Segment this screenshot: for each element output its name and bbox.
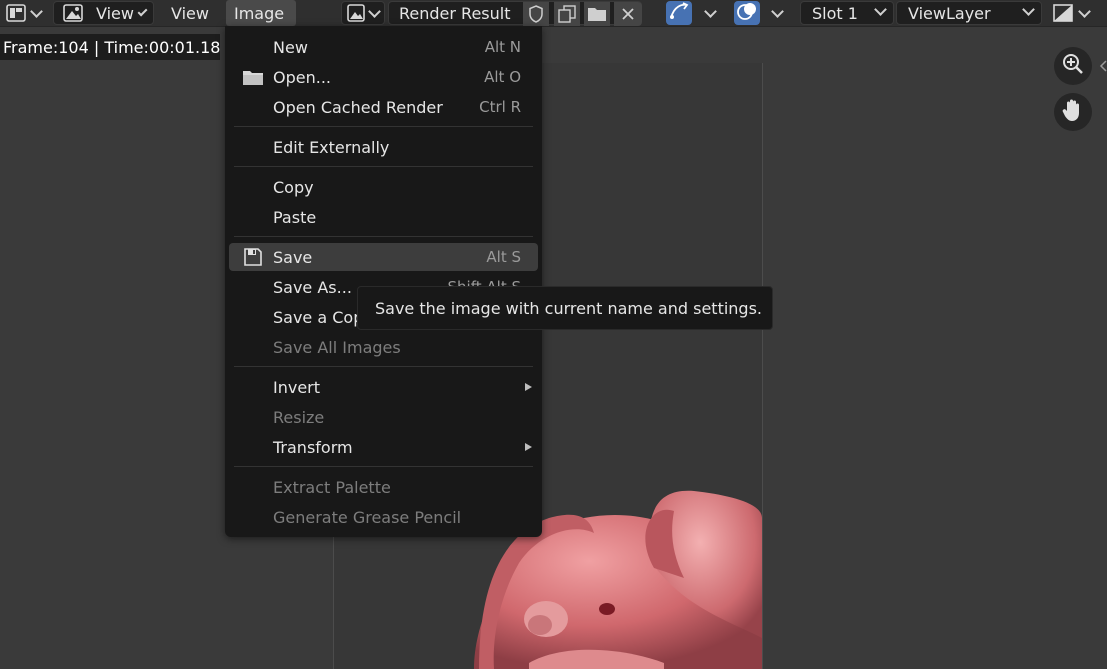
menu-item-label: Save [273, 247, 313, 267]
menu-item-label: Open... [273, 67, 331, 87]
menu-item-label: Invert [273, 377, 321, 397]
image-menu-label: Image [234, 3, 285, 23]
sidebar-toggle-arrow[interactable] [1099, 57, 1107, 72]
uv-sync-toggle[interactable] [666, 1, 692, 25]
menu-separator [234, 126, 533, 127]
image-menu[interactable]: Image [226, 0, 296, 26]
menu-item-label: Save All Images [273, 337, 401, 357]
menu-item-new[interactable]: New Alt N [229, 33, 538, 61]
menu-separator [234, 236, 533, 237]
menu-item-save-all-images: Save All Images [229, 333, 538, 361]
overlay-dropdown[interactable] [767, 0, 785, 26]
menu-item-shortcut: Alt N [484, 38, 521, 56]
menu-item-resize: Resize [229, 403, 538, 431]
pan-navigation-button[interactable] [1054, 93, 1092, 131]
fake-user-shield-icon[interactable] [523, 2, 549, 26]
menu-item-label: Transform [273, 437, 353, 457]
menu-item-generate-grease-pencil: Generate Grease Pencil [229, 503, 538, 531]
menu-item-open[interactable]: Open... Alt O [229, 63, 538, 91]
view-menu-label: View [171, 3, 209, 23]
view-mode-label: View [96, 3, 134, 23]
image-menu-dropdown: New Alt N Open... Alt O Open Cached Rend… [225, 26, 542, 537]
view-menu-button[interactable]: View [163, 0, 217, 26]
close-icon[interactable] [614, 2, 642, 26]
uv-sync-dropdown[interactable] [700, 0, 718, 26]
display-channels-dropdown[interactable] [1052, 0, 1100, 26]
tooltip-text: Save the image with current name and set… [375, 298, 762, 318]
overlay-toggle[interactable] [734, 1, 760, 25]
menu-item-label: New [273, 37, 308, 57]
menu-item-label: Open Cached Render [273, 97, 443, 117]
editor-type-dropdown[interactable] [2, 0, 44, 26]
menu-item-label: Resize [273, 407, 325, 427]
menu-separator [234, 166, 533, 167]
image-browse-icon [346, 3, 366, 23]
duplicate-icon[interactable] [554, 2, 580, 26]
overlay-icon [736, 1, 758, 25]
menu-item-invert[interactable]: Invert [229, 373, 538, 401]
chevron-down-icon [137, 6, 148, 16]
chevron-down-icon [874, 3, 887, 16]
image-name-label: Render Result [399, 3, 511, 23]
view-menu[interactable]: View [163, 0, 217, 26]
chevron-down-icon [30, 4, 43, 18]
chevron-down-icon [704, 4, 717, 18]
open-folder-icon[interactable] [584, 2, 610, 26]
hand-icon [1061, 97, 1085, 127]
zoom-navigation-button[interactable] [1054, 47, 1092, 85]
menu-item-label: Generate Grease Pencil [273, 507, 462, 527]
save-tooltip: Save the image with current name and set… [357, 286, 773, 330]
view-layer-label: ViewLayer [908, 3, 991, 23]
menu-item-label: Extract Palette [273, 477, 391, 497]
menu-separator [234, 466, 533, 467]
view-layer-dropdown[interactable]: ViewLayer [896, 1, 1042, 25]
image-editor-icon [6, 4, 26, 22]
menu-item-open-cached-render[interactable]: Open Cached Render Ctrl R [229, 93, 538, 121]
menu-item-shortcut: Ctrl R [479, 98, 521, 116]
menu-separator [234, 366, 533, 367]
image-mode-icon [62, 3, 84, 23]
display-channels-icon [1052, 3, 1074, 23]
menu-item-shortcut: Alt O [484, 68, 521, 86]
menu-item-label: Paste [273, 207, 317, 227]
chevron-down-icon [1022, 3, 1035, 16]
render-slot-dropdown[interactable]: Slot 1 [800, 1, 894, 25]
submenu-arrow-icon [525, 443, 532, 451]
menu-item-save[interactable]: Save Alt S [229, 243, 538, 271]
frame-info-bar: Frame:104 | Time:00:01.18 [0, 34, 221, 60]
image-menu-button[interactable]: Image [226, 0, 296, 26]
chevron-down-icon [771, 4, 784, 18]
menu-item-label: Edit Externally [273, 137, 390, 157]
folder-icon [241, 66, 265, 88]
image-browse-dropdown[interactable] [341, 1, 385, 25]
menu-item-transform[interactable]: Transform [229, 433, 538, 461]
frame-time-text: Frame:104 | Time:00:01.18 [3, 37, 221, 57]
render-slot-label: Slot 1 [812, 3, 858, 23]
menu-item-copy[interactable]: Copy [229, 173, 538, 201]
chevron-down-icon [1078, 4, 1091, 18]
menu-item-label: Copy [273, 177, 314, 197]
menu-item-paste[interactable]: Paste [229, 203, 538, 231]
chevron-down-icon [368, 4, 381, 18]
menu-item-label: Save As... [273, 277, 352, 297]
view-mode-dropdown[interactable]: View [53, 1, 154, 25]
curve-arrow-icon [668, 1, 690, 25]
image-name-field[interactable]: Render Result [388, 1, 642, 26]
submenu-arrow-icon [525, 383, 532, 391]
menu-item-extract-palette: Extract Palette [229, 473, 538, 501]
menu-item-edit-externally[interactable]: Edit Externally [229, 133, 538, 161]
image-editor-header: View View Image Render Result Slot 1 Vie… [0, 0, 1107, 27]
menu-item-shortcut: Alt S [486, 248, 521, 266]
zoom-in-icon [1061, 52, 1085, 80]
save-icon [241, 246, 265, 268]
